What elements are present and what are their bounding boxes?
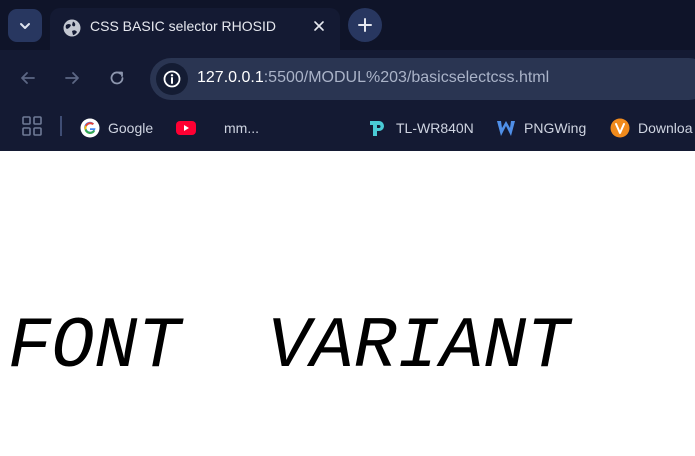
chevron-down-icon	[20, 22, 30, 29]
bookmarks-divider	[60, 116, 62, 136]
bookmark-google[interactable]: Google	[80, 116, 153, 140]
reload-icon	[110, 71, 124, 85]
tab-close-button[interactable]	[310, 17, 328, 35]
apps-grid-icon[interactable]	[22, 116, 42, 136]
forward-button[interactable]	[59, 65, 85, 91]
globe-icon	[63, 19, 81, 37]
plus-icon	[358, 18, 372, 32]
bookmark-label: Downloa	[638, 120, 693, 136]
bookmark-download[interactable]: Downloa	[610, 116, 692, 140]
reload-button[interactable]	[104, 65, 130, 91]
tab-search-button[interactable]	[8, 9, 42, 42]
bookmark-tl-wr840n[interactable]: TL-WR840N	[368, 116, 474, 140]
url-text: 127.0.0.1:5500/MODUL%203/basicselectcss.…	[197, 69, 549, 87]
back-arrow-icon	[21, 72, 35, 84]
google-icon	[80, 118, 100, 138]
bookmark-mm[interactable]: mm...	[224, 116, 259, 140]
info-icon	[163, 70, 181, 88]
download-app-icon	[610, 118, 630, 138]
navigation-toolbar: 127.0.0.1:5500/MODUL%203/basicselectcss.…	[0, 50, 695, 106]
forward-arrow-icon	[65, 72, 79, 84]
pngwing-icon	[496, 118, 516, 138]
bookmark-label: TL-WR840N	[396, 120, 474, 136]
tab-strip: CSS BASIC selector RHOSID	[0, 0, 695, 50]
bookmarks-bar: Google mm... TL-WR840N PNGWing Downloa	[0, 106, 695, 151]
bookmark-label: PNGWing	[524, 120, 587, 136]
url-host: 127.0.0.1	[197, 69, 264, 86]
active-tab[interactable]: CSS BASIC selector RHOSID	[50, 8, 340, 50]
page-heading: FONT VARIANT	[8, 306, 570, 388]
youtube-icon	[176, 118, 196, 138]
new-tab-button[interactable]	[348, 8, 382, 42]
tplink-icon	[368, 118, 388, 138]
site-info-button[interactable]	[156, 63, 188, 95]
close-icon	[314, 21, 324, 31]
back-button[interactable]	[15, 65, 41, 91]
bookmark-youtube[interactable]	[176, 116, 204, 140]
tab-title: CSS BASIC selector RHOSID	[90, 18, 276, 34]
bookmark-label: Google	[108, 120, 154, 136]
url-path: :5500/MODUL%203/basicselectcss.html	[263, 69, 550, 86]
address-bar[interactable]: 127.0.0.1:5500/MODUL%203/basicselectcss.…	[150, 58, 695, 100]
bookmark-pngwing[interactable]: PNGWing	[496, 116, 586, 140]
browser-chrome: CSS BASIC selector RHOSID 127.0.0.1:5500…	[0, 0, 695, 151]
page-viewport: FONT VARIANT	[0, 151, 695, 456]
bookmark-label: mm...	[224, 120, 259, 136]
